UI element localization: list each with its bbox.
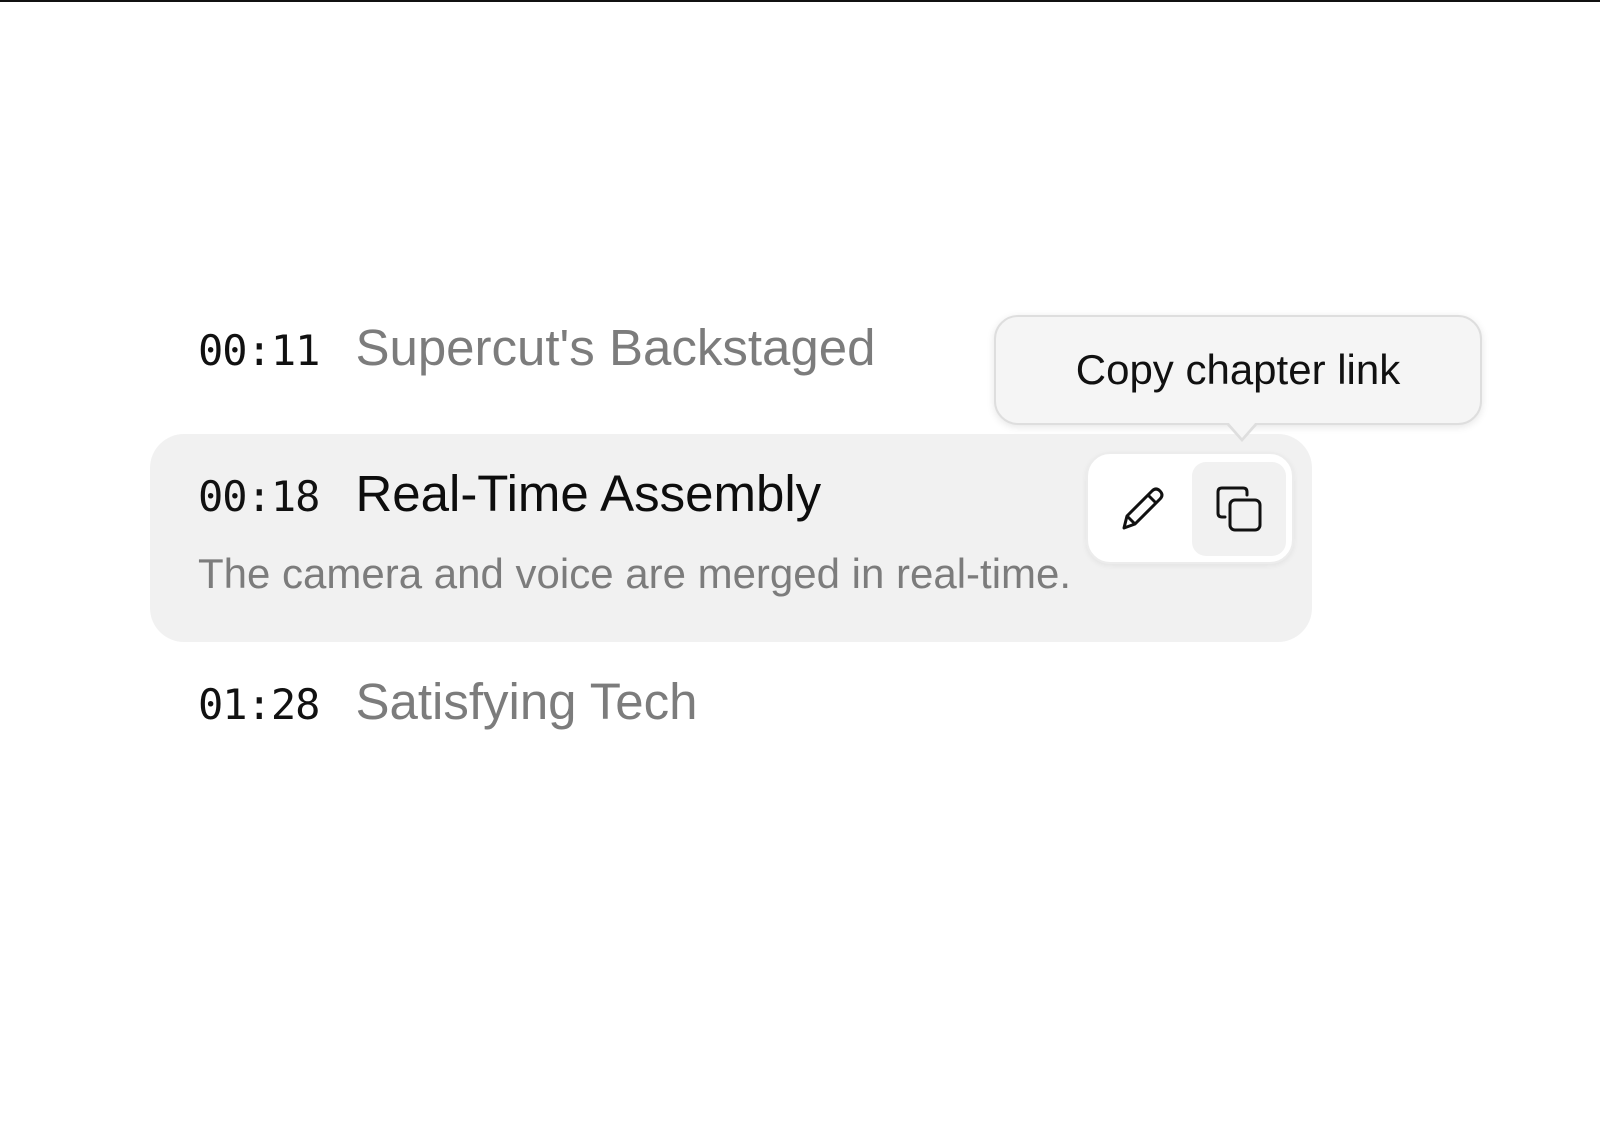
- chapter-title[interactable]: Supercut's Backstaged: [355, 318, 875, 377]
- chapter-item-active[interactable]: 00:18 Real-Time Assembly: [198, 464, 821, 523]
- pencil-icon: [1122, 487, 1164, 530]
- chapter-title[interactable]: Real-Time Assembly: [355, 464, 821, 523]
- chapter-timestamp[interactable]: 00:11: [198, 326, 320, 375]
- chapter-item[interactable]: 00:11 Supercut's Backstaged: [198, 318, 875, 377]
- chapter-timestamp[interactable]: 00:18: [198, 472, 320, 521]
- top-divider: [0, 0, 1600, 2]
- chapter-item[interactable]: 01:28 Satisfying Tech: [198, 672, 698, 731]
- chapter-actions: [1086, 452, 1294, 564]
- chapter-timestamp[interactable]: 01:28: [198, 680, 320, 729]
- chapter-title[interactable]: Satisfying Tech: [355, 672, 697, 731]
- copy-link-tooltip: Copy chapter link: [994, 315, 1482, 425]
- tooltip-arrow-fill: [1228, 422, 1256, 438]
- chapter-description: The camera and voice are merged in real-…: [198, 550, 1072, 597]
- tooltip-text: Copy chapter link: [1075, 346, 1401, 393]
- edit-chapter-button[interactable]: [1094, 462, 1188, 556]
- copy-icon: [1216, 486, 1262, 532]
- copy-chapter-link-button[interactable]: [1192, 462, 1286, 556]
